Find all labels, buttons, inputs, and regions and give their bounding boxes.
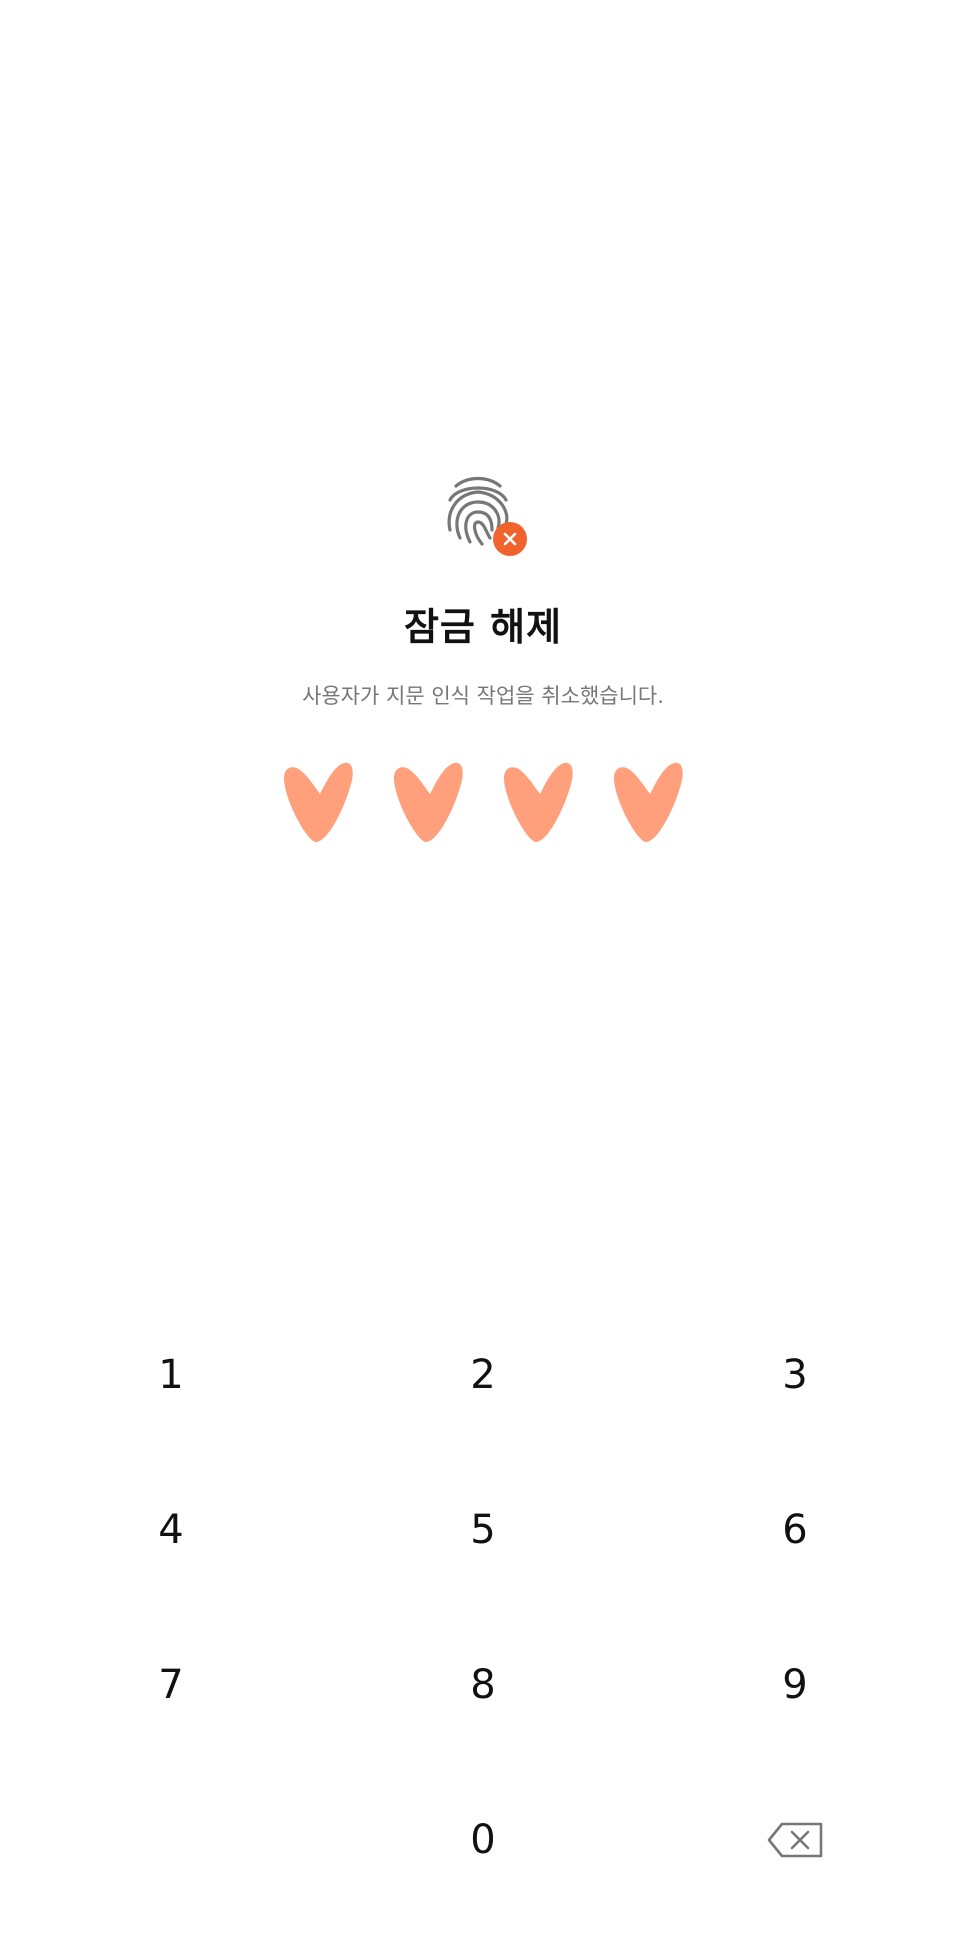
pin-dot-filled	[613, 762, 683, 842]
key-3[interactable]: 3	[695, 1315, 895, 1435]
key-2[interactable]: 2	[383, 1315, 583, 1435]
pin-dot-filled	[503, 762, 573, 842]
backspace-button[interactable]	[695, 1780, 895, 1900]
numeric-keypad: 1 2 3 4 5 6 7 8 9 0	[0, 1315, 966, 1935]
key-9[interactable]: 9	[695, 1625, 895, 1745]
pin-dot-filled	[393, 762, 463, 842]
fingerprint-status	[442, 472, 528, 558]
error-badge	[493, 522, 527, 556]
key-5[interactable]: 5	[383, 1470, 583, 1590]
key-6[interactable]: 6	[695, 1470, 895, 1590]
key-7[interactable]: 7	[71, 1625, 271, 1745]
key-8[interactable]: 8	[383, 1625, 583, 1745]
backspace-icon	[767, 1822, 823, 1858]
page-title: 잠금 해제	[403, 605, 563, 649]
key-4[interactable]: 4	[71, 1470, 271, 1590]
status-message: 사용자가 지문 인식 작업을 취소했습니다.	[302, 684, 664, 708]
pin-dot-filled	[283, 762, 353, 842]
key-0[interactable]: 0	[383, 1780, 583, 1900]
pin-indicator	[282, 760, 684, 846]
key-1[interactable]: 1	[71, 1315, 271, 1435]
close-icon	[503, 532, 517, 546]
